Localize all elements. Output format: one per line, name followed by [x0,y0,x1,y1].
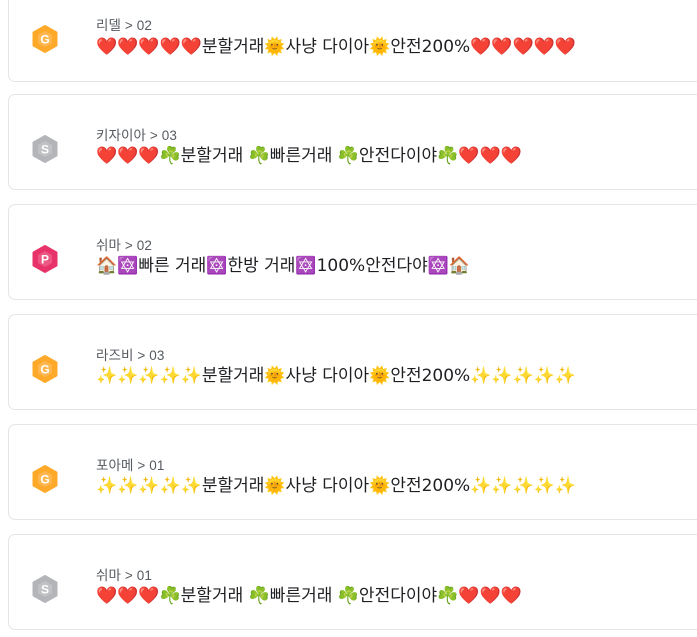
gold-hexagon-icon: G [31,25,59,53]
listing-title[interactable]: ❤️❤️❤️☘️분할거래 ☘️빠른거래 ☘️안전다이야☘️❤️❤️❤️ [96,581,522,606]
listing-server: 리델 > 02 [96,18,152,33]
badge-letter: G [40,473,49,487]
listing-title[interactable]: ✨✨✨✨✨분할거래🌞사냥 다이아🌞안전200%✨✨✨✨✨ [96,361,576,386]
silver-hexagon-icon: S [31,575,59,603]
listing-card[interactable]: P 쉬마 > 02 🏠🔯빠른 거래🔯한방 거래🔯100%안전다야🔯🏠 [8,204,697,300]
listing-title[interactable]: 🏠🔯빠른 거래🔯한방 거래🔯100%안전다야🔯🏠 [96,251,470,276]
badge-letter: P [41,253,49,267]
listing-card[interactable]: S 쉬마 > 01 ❤️❤️❤️☘️분할거래 ☘️빠른거래 ☘️안전다이야☘️❤… [8,534,697,630]
listing-title[interactable]: ❤️❤️❤️❤️❤️분할거래🌞사냥 다이아🌞안전200%❤️❤️❤️❤️❤️ [96,32,576,57]
listing-card[interactable]: G 리델 > 02 ❤️❤️❤️❤️❤️분할거래🌞사냥 다이아🌞안전200%❤️… [8,0,697,82]
listing-card[interactable]: S 키자이아 > 03 ❤️❤️❤️☘️분할거래 ☘️빠른거래 ☘️안전다이야☘… [8,94,697,190]
badge-letter: S [41,143,49,157]
badge-letter: G [40,363,49,377]
listing-list: G 리델 > 02 ❤️❤️❤️❤️❤️분할거래🌞사냥 다이아🌞안전200%❤️… [0,0,697,637]
pink-hexagon-icon: P [31,245,59,273]
listing-card[interactable]: G 포아메 > 01 ✨✨✨✨✨분할거래🌞사냥 다이아🌞안전200%✨✨✨✨✨ [8,424,697,520]
badge-letter: G [40,33,49,47]
silver-hexagon-icon: S [31,135,59,163]
listing-title[interactable]: ✨✨✨✨✨분할거래🌞사냥 다이아🌞안전200%✨✨✨✨✨ [96,471,576,496]
gold-hexagon-icon: G [31,355,59,383]
listing-title[interactable]: ❤️❤️❤️☘️분할거래 ☘️빠른거래 ☘️안전다이야☘️❤️❤️❤️ [96,141,522,166]
gold-hexagon-icon: G [31,465,59,493]
listing-card[interactable]: G 라즈비 > 03 ✨✨✨✨✨분할거래🌞사냥 다이아🌞안전200%✨✨✨✨✨ [8,314,697,410]
badge-letter: S [41,583,49,597]
